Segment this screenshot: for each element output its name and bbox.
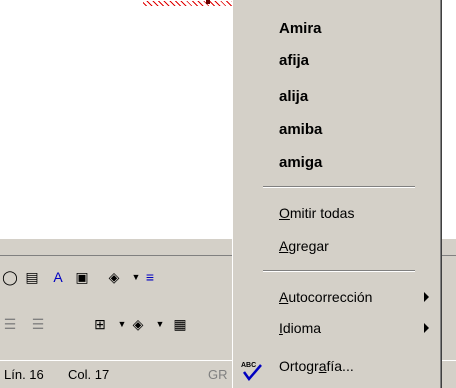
menu-separator xyxy=(263,186,415,188)
line-indicator: Lín. 16 xyxy=(4,367,44,382)
spelling-item[interactable]: Ortografía... xyxy=(279,358,354,374)
misspelling-squiggle[interactable] xyxy=(143,1,235,6)
ignore-all-item[interactable]: Omitir todas xyxy=(279,205,354,221)
grammar-indicator: GR xyxy=(208,367,228,382)
spelling-label-start: Ortogr xyxy=(279,358,319,374)
align-left-icon[interactable]: ☰ xyxy=(0,314,20,334)
ignore-all-accel: O xyxy=(279,205,290,221)
suggestion-item[interactable]: amiga xyxy=(279,154,322,171)
text-cursor-mark xyxy=(206,0,210,4)
align-justify-icon[interactable]: ☰ xyxy=(28,314,48,334)
svg-text:ABC: ABC xyxy=(241,362,256,369)
language-item[interactable]: Idioma xyxy=(279,320,321,336)
spelling-label-end: fía... xyxy=(326,358,354,374)
suggestion-item[interactable]: alija xyxy=(279,88,308,105)
column-indicator: Col. 17 xyxy=(68,367,110,382)
language-label: dioma xyxy=(282,320,322,336)
autocorrect-label: utocorrección xyxy=(288,289,373,305)
add-accel: A xyxy=(279,238,289,254)
submenu-arrow-icon xyxy=(424,323,429,333)
spelling-context-menu: Amira afija alija amiba amiga Omitir tod… xyxy=(232,0,442,388)
suggestion-item[interactable]: afija xyxy=(279,52,309,69)
add-label: gregar xyxy=(288,238,329,254)
border-icon[interactable]: ⊞ xyxy=(90,314,110,334)
suggestion-item[interactable]: Amira xyxy=(279,20,322,37)
highlight-icon[interactable]: ◈ xyxy=(128,314,148,334)
oval-tool-icon[interactable]: ◯ xyxy=(0,267,20,287)
suggestion-item[interactable]: amiba xyxy=(279,121,322,138)
menu-separator xyxy=(263,270,415,272)
clipart-tool-icon[interactable]: ▣ xyxy=(72,267,92,287)
ignore-all-label: mitir todas xyxy=(289,205,355,221)
textbox-tool-icon[interactable]: ▤ xyxy=(22,267,42,287)
autocorrect-item[interactable]: Autocorrección xyxy=(279,289,372,305)
submenu-arrow-icon xyxy=(424,292,429,302)
autocorrect-accel: A xyxy=(279,289,289,305)
line-color-icon[interactable]: ≡ xyxy=(140,267,160,287)
highlight-dropdown-icon[interactable]: ▼ xyxy=(150,314,170,334)
spelling-icon: ABC xyxy=(241,362,262,381)
table-icon[interactable]: ▦ xyxy=(170,314,190,334)
add-item[interactable]: Agregar xyxy=(279,238,329,254)
fill-color-icon[interactable]: ◈ xyxy=(104,267,124,287)
wordart-tool-icon[interactable]: A xyxy=(48,267,68,287)
